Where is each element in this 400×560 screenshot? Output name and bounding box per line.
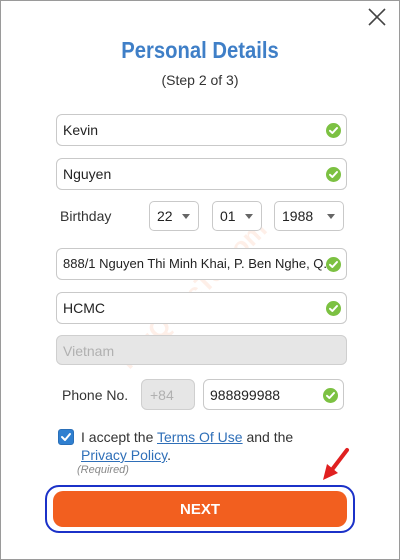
check-icon xyxy=(326,301,341,316)
birthday-label: Birthday xyxy=(60,208,112,224)
address-field[interactable] xyxy=(56,248,347,280)
phone-code-field xyxy=(141,379,195,410)
birthday-day-value: 22 xyxy=(157,208,173,224)
city-field[interactable] xyxy=(56,292,347,324)
step-indicator: (Step 2 of 3) xyxy=(161,72,239,88)
close-icon xyxy=(368,8,386,26)
address-input[interactable] xyxy=(63,256,326,271)
birthday-day-select[interactable]: 22 xyxy=(149,201,199,231)
city-input[interactable] xyxy=(63,300,322,316)
privacy-policy-link[interactable]: Privacy Policy xyxy=(81,447,167,463)
check-icon xyxy=(326,123,341,138)
consent-text-and: and the xyxy=(242,429,294,445)
first-name-field[interactable] xyxy=(56,114,347,146)
terms-checkbox[interactable] xyxy=(58,429,74,445)
phone-label: Phone No. xyxy=(62,387,129,403)
checkmark-icon xyxy=(61,433,71,441)
personal-details-dialog: YeuQuocTe.com Personal Details (Step 2 o… xyxy=(0,0,400,560)
birthday-month-select[interactable]: 01 xyxy=(212,201,262,231)
annotation-arrow-icon xyxy=(323,448,349,480)
last-name-field[interactable] xyxy=(56,158,347,190)
phone-number-field[interactable] xyxy=(203,379,344,410)
terms-of-use-link[interactable]: Terms Of Use xyxy=(157,429,243,445)
terms-consent-text: I accept the Terms Of Use and the Privac… xyxy=(81,428,331,464)
first-name-input[interactable] xyxy=(63,122,322,138)
close-button[interactable] xyxy=(365,5,389,29)
check-icon xyxy=(323,388,338,403)
check-icon xyxy=(326,167,341,182)
birthday-year-value: 1988 xyxy=(282,208,314,224)
country-field xyxy=(56,335,347,365)
chevron-down-icon xyxy=(182,214,190,219)
consent-text-after: . xyxy=(167,447,171,463)
phone-code-input xyxy=(150,387,190,403)
next-button[interactable]: NEXT xyxy=(53,491,347,527)
chevron-down-icon xyxy=(327,214,335,219)
chevron-down-icon xyxy=(245,214,253,219)
birthday-year-select[interactable]: 1988 xyxy=(274,201,344,231)
consent-text-before: I accept the xyxy=(81,429,158,445)
country-input xyxy=(63,343,322,359)
page-title: Personal Details xyxy=(121,37,279,63)
birthday-month-value: 01 xyxy=(220,208,236,224)
check-icon xyxy=(326,257,341,272)
last-name-input[interactable] xyxy=(63,166,322,182)
phone-number-input[interactable] xyxy=(210,387,319,403)
required-note: (Required) xyxy=(77,464,129,476)
